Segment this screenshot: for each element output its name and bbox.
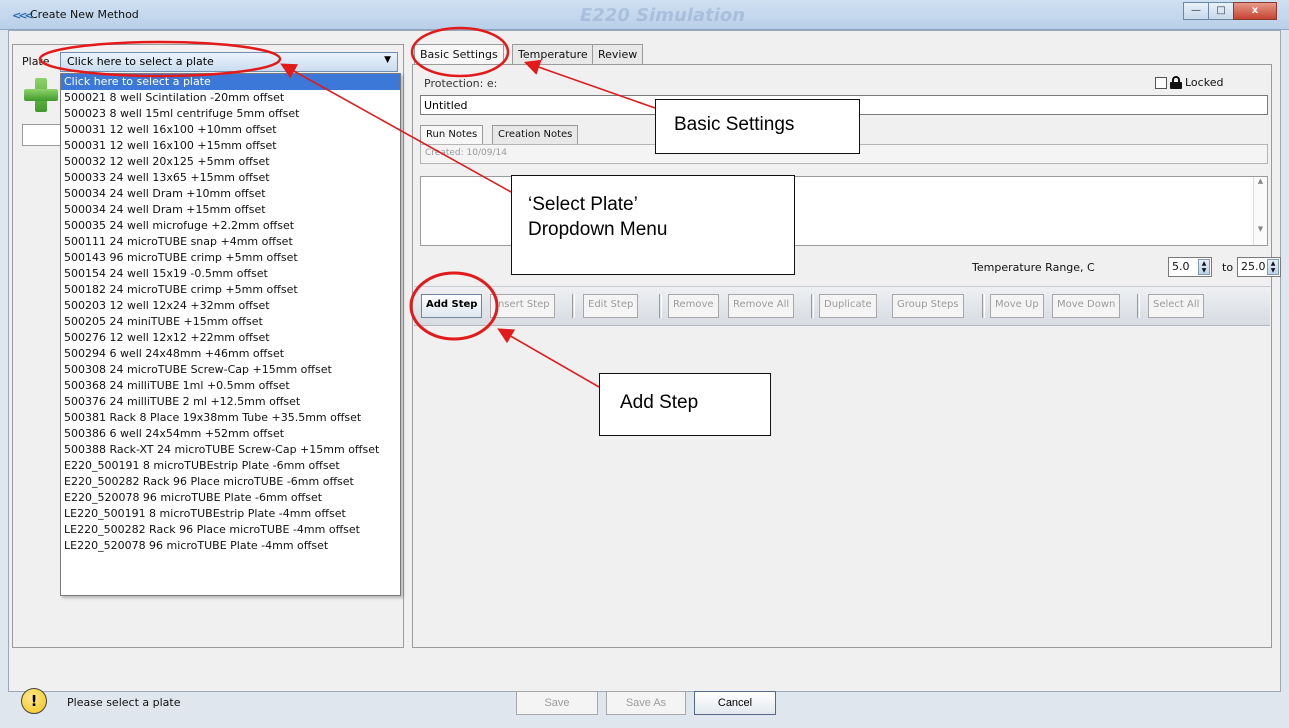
duplicate-button[interactable]: Duplicate [819, 294, 877, 318]
plate-option[interactable]: 500143 96 microTUBE crimp +5mm offset [61, 250, 400, 266]
warning-icon: ! [21, 688, 47, 714]
plate-option[interactable]: 500276 12 well 12x12 +22mm offset [61, 330, 400, 346]
temperature-max-spinner[interactable]: 25.0 ▲ ▼ [1237, 257, 1281, 277]
status-message: Please select a plate [67, 696, 181, 709]
locked-checkbox[interactable] [1155, 76, 1167, 89]
close-button[interactable]: x [1233, 2, 1277, 20]
maximize-button[interactable]: □ [1208, 2, 1234, 20]
add-step-callout-text: Add Step [620, 392, 699, 413]
locked-toggle[interactable]: Locked [1155, 76, 1223, 89]
plate-label: Plate [22, 55, 50, 68]
locked-label: Locked [1185, 76, 1224, 89]
cancel-button[interactable]: Cancel [694, 691, 776, 715]
plate-field[interactable] [22, 124, 62, 146]
remove-all-button[interactable]: Remove All [728, 294, 795, 318]
plate-option[interactable]: 500203 12 well 12x24 +32mm offset [61, 298, 400, 314]
plate-option[interactable]: 500182 24 microTUBE crimp +5mm offset [61, 282, 400, 298]
plate-option[interactable]: 500021 8 well Scintilation -20mm offset [61, 90, 400, 106]
plate-option[interactable]: 500386 6 well 24x54mm +52mm offset [61, 426, 400, 442]
plate-dropdown-value: Click here to select a plate [67, 55, 214, 68]
plate-option[interactable]: 500388 Rack-XT 24 microTUBE Screw-Cap +1… [61, 442, 400, 458]
plate-option[interactable]: LE220_520078 96 microTUBE Plate -4mm off… [61, 538, 400, 554]
toolbar-separator [811, 294, 814, 318]
tab-review[interactable]: Review [592, 44, 644, 64]
app-icon: <<< [12, 9, 34, 22]
group-steps-button[interactable]: Group Steps [892, 294, 964, 318]
plate-option[interactable]: 500031 12 well 16x100 +15mm offset [61, 138, 400, 154]
plate-option[interactable]: 500034 24 well Dram +10mm offset [61, 186, 400, 202]
protection-label: Protection: e: [424, 77, 498, 90]
plate-option[interactable]: 500294 6 well 24x48mm +46mm offset [61, 346, 400, 362]
toolbar-separator [572, 294, 575, 318]
plate-dropdown[interactable]: Click here to select a plate ▼ [60, 52, 398, 72]
minimize-button[interactable]: — [1183, 2, 1209, 20]
plate-dropdown-list: Click here to select a plate 500021 8 wel… [60, 73, 401, 596]
temperature-max-value: 25.0 [1241, 260, 1266, 273]
plate-option[interactable]: 500023 8 well 15ml centrifuge 5mm offset [61, 106, 400, 122]
plate-option[interactable]: 500308 24 microTUBE Screw-Cap +15mm offs… [61, 362, 400, 378]
tab-temperature[interactable]: Temperature [512, 44, 594, 64]
basic-settings-callout: Basic Settings [655, 99, 860, 154]
insert-step-button[interactable]: Insert Step [490, 294, 555, 318]
chevron-down-icon: ▼ [384, 55, 391, 65]
plate-option[interactable]: LE220_500282 Rack 96 Place microTUBE -4m… [61, 522, 400, 538]
plate-option[interactable]: 500376 24 milliTUBE 2 ml +12.5mm offset [61, 394, 400, 410]
add-step-callout: Add Step [599, 373, 771, 436]
plate-option[interactable]: 500035 24 well microfuge +2.2mm offset [61, 218, 400, 234]
plate-option[interactable]: E220_500191 8 microTUBEstrip Plate -6mm … [61, 458, 400, 474]
select-plate-callout: ‘Select Plate’ Dropdown Menu [511, 175, 795, 275]
basic-settings-callout-text: Basic Settings [674, 114, 795, 135]
move-up-button[interactable]: Move Up [990, 294, 1044, 318]
notes-scrollbar[interactable]: ▲ ▼ [1253, 177, 1267, 245]
edit-step-button[interactable]: Edit Step [583, 294, 639, 318]
plate-option[interactable]: 500381 Rack 8 Place 19x38mm Tube +35.5mm… [61, 410, 400, 426]
add-plus-icon[interactable] [24, 78, 58, 112]
plate-option[interactable]: 500205 24 miniTUBE +15mm offset [61, 314, 400, 330]
plate-option[interactable]: 500111 24 microTUBE snap +4mm offset [61, 234, 400, 250]
window-controls: — □ x [1183, 2, 1277, 20]
plate-option[interactable]: LE220_500191 8 microTUBEstrip Plate -4mm… [61, 506, 400, 522]
plate-option[interactable]: 500033 24 well 13x65 +15mm offset [61, 170, 400, 186]
toolbar-separator [1137, 294, 1140, 318]
plate-option[interactable]: Click here to select a plate [61, 74, 400, 90]
temperature-to-label: to [1222, 261, 1234, 274]
title-bar: <<< Create New Method E220 Simulation — … [0, 0, 1289, 30]
save-as-button[interactable]: Save As [606, 691, 686, 715]
spinner-arrows-icon[interactable]: ▲ ▼ [1267, 259, 1279, 275]
toolbar-separator [659, 294, 662, 318]
add-step-button[interactable]: Add Step [421, 294, 483, 318]
plate-option[interactable]: 500368 24 milliTUBE 1ml +0.5mm offset [61, 378, 400, 394]
plate-option[interactable]: E220_520078 96 microTUBE Plate -6mm offs… [61, 490, 400, 506]
tab-run-notes[interactable]: Run Notes [420, 125, 484, 144]
lock-icon [1170, 76, 1182, 89]
plate-option[interactable]: 500032 12 well 20x125 +5mm offset [61, 154, 400, 170]
plate-option[interactable]: 500031 12 well 16x100 +10mm offset [61, 122, 400, 138]
move-down-button[interactable]: Move Down [1052, 294, 1121, 318]
toolbar-separator [982, 294, 985, 318]
remove-button[interactable]: Remove [668, 294, 719, 318]
spinner-arrows-icon[interactable]: ▲ ▼ [1198, 259, 1210, 275]
temperature-min-value: 5.0 [1172, 260, 1190, 273]
select-plate-callout-line1: ‘Select Plate’ [528, 194, 638, 215]
tab-basic-settings[interactable]: Basic Settings [414, 44, 504, 65]
temperature-min-spinner[interactable]: 5.0 ▲ ▼ [1168, 257, 1212, 277]
plate-option[interactable]: E220_500282 Rack 96 Place microTUBE -6mm… [61, 474, 400, 490]
tab-creation-notes[interactable]: Creation Notes [492, 125, 579, 144]
background-window-title: E220 Simulation [580, 5, 746, 26]
window-title: Create New Method [30, 8, 139, 21]
save-button[interactable]: Save [516, 691, 598, 715]
plate-option[interactable]: 500034 24 well Dram +15mm offset [61, 202, 400, 218]
plate-option[interactable]: 500154 24 well 15x19 -0.5mm offset [61, 266, 400, 282]
select-all-button[interactable]: Select All [1148, 294, 1205, 318]
temperature-range-label: Temperature Range, C [972, 261, 1095, 274]
select-plate-callout-line2: Dropdown Menu [528, 219, 668, 240]
